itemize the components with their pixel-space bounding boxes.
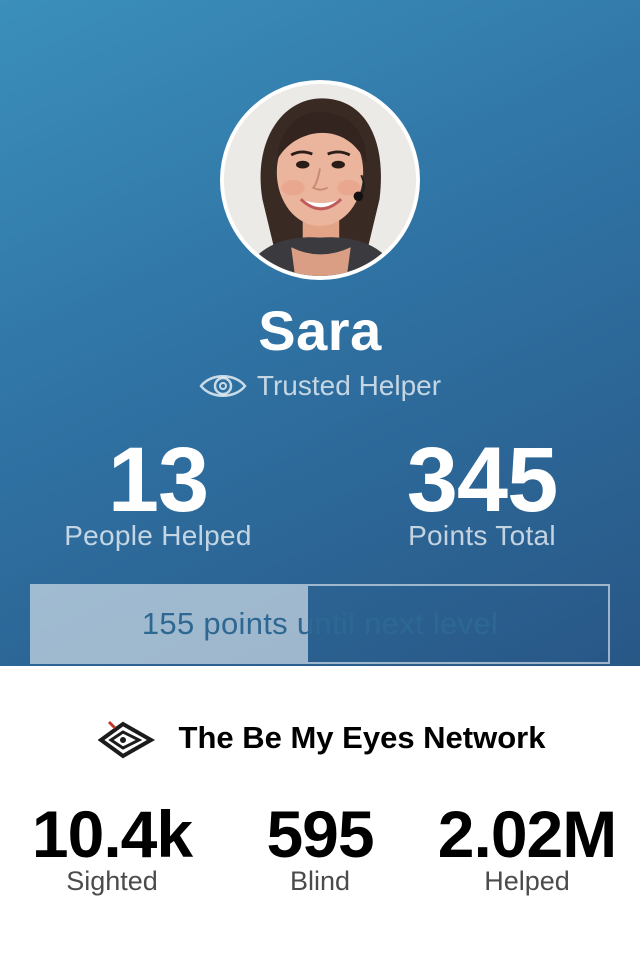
network-header: The Be My Eyes Network (0, 712, 640, 764)
blind-label: Blind (289, 866, 351, 896)
eye-icon (199, 371, 247, 401)
points-total-label: Points Total (408, 520, 556, 551)
level-progress-bar: 155 points until next level (30, 584, 610, 664)
points-total-value: 345 (406, 429, 559, 531)
helped-label: Helped (484, 866, 570, 896)
network-title: The Be My Eyes Network (178, 720, 546, 755)
sighted-count: 10.4k (31, 797, 193, 871)
profile-photo (224, 84, 416, 276)
level-progress-label: 155 points until next level (141, 606, 499, 641)
sighted-label: Sighted (66, 866, 158, 896)
user-name: Sara (258, 299, 382, 362)
avatar[interactable] (220, 80, 420, 280)
people-helped-value: 13 (107, 429, 209, 531)
people-helped-label: People Helped (64, 520, 252, 551)
be-my-eyes-logo-icon (95, 716, 157, 760)
profile-header: Sara Trusted Helper 13 People Helped 345… (0, 0, 640, 666)
role-label: Trusted Helper (256, 370, 442, 401)
blind-count: 595 (266, 797, 374, 871)
user-role: Trusted Helper (0, 366, 640, 406)
helped-count: 2.02M (437, 797, 617, 871)
